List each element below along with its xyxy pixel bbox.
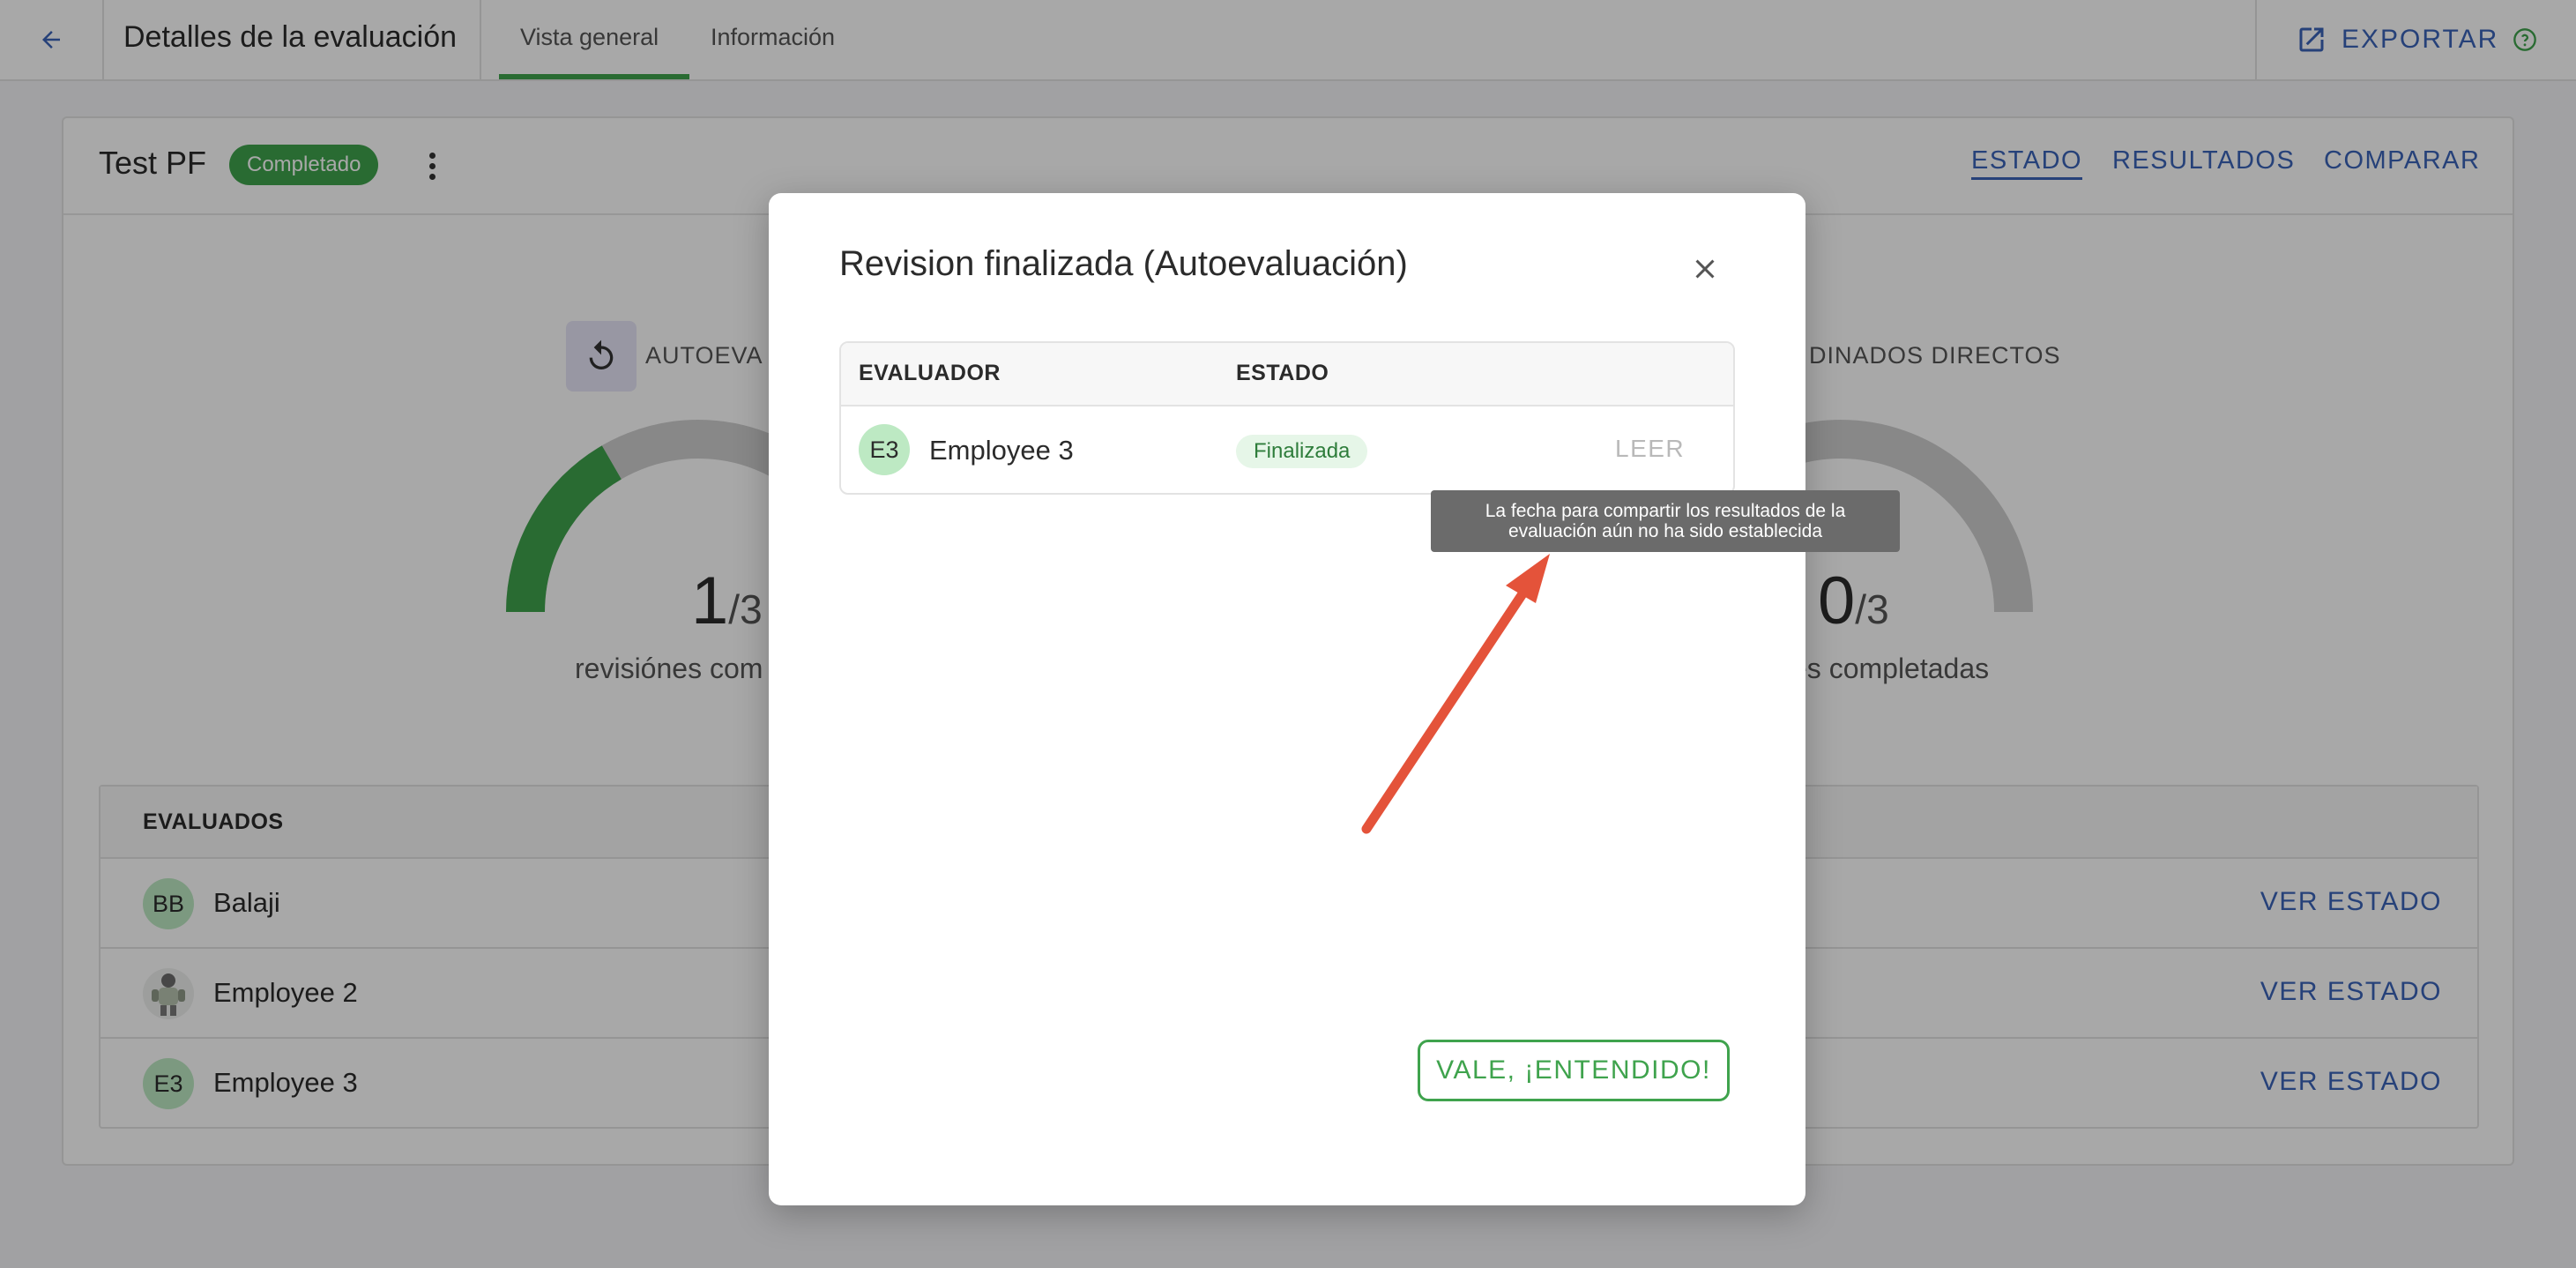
column-header-evaluador: EVALUADOR xyxy=(859,361,1001,385)
ok-got-it-button[interactable]: VALE, ¡ENTENDIDO! xyxy=(1418,1040,1730,1101)
evaluator-name: Employee 3 xyxy=(929,435,1074,466)
close-button[interactable] xyxy=(1686,250,1724,288)
review-finished-dialog: Revision finalizada (Autoevaluación) EVA… xyxy=(769,193,1805,1205)
table-header: EVALUADOR ESTADO xyxy=(841,343,1733,407)
close-icon xyxy=(1695,259,1715,279)
evaluator-table: EVALUADOR ESTADO E3 Employee 3 Finalizad… xyxy=(839,341,1735,495)
dialog-title: Revision finalizada (Autoevaluación) xyxy=(839,244,1408,283)
read-button[interactable]: LEER xyxy=(1615,435,1685,463)
avatar: E3 xyxy=(859,424,910,475)
status-badge: Finalizada xyxy=(1236,435,1368,468)
table-row: E3 Employee 3 Finalizada LEER xyxy=(841,407,1733,493)
tooltip: La fecha para compartir los resultados d… xyxy=(1431,490,1900,552)
tooltip-text: La fecha para compartir los resultados d… xyxy=(1485,501,1846,541)
column-header-estado: ESTADO xyxy=(1236,361,1329,385)
